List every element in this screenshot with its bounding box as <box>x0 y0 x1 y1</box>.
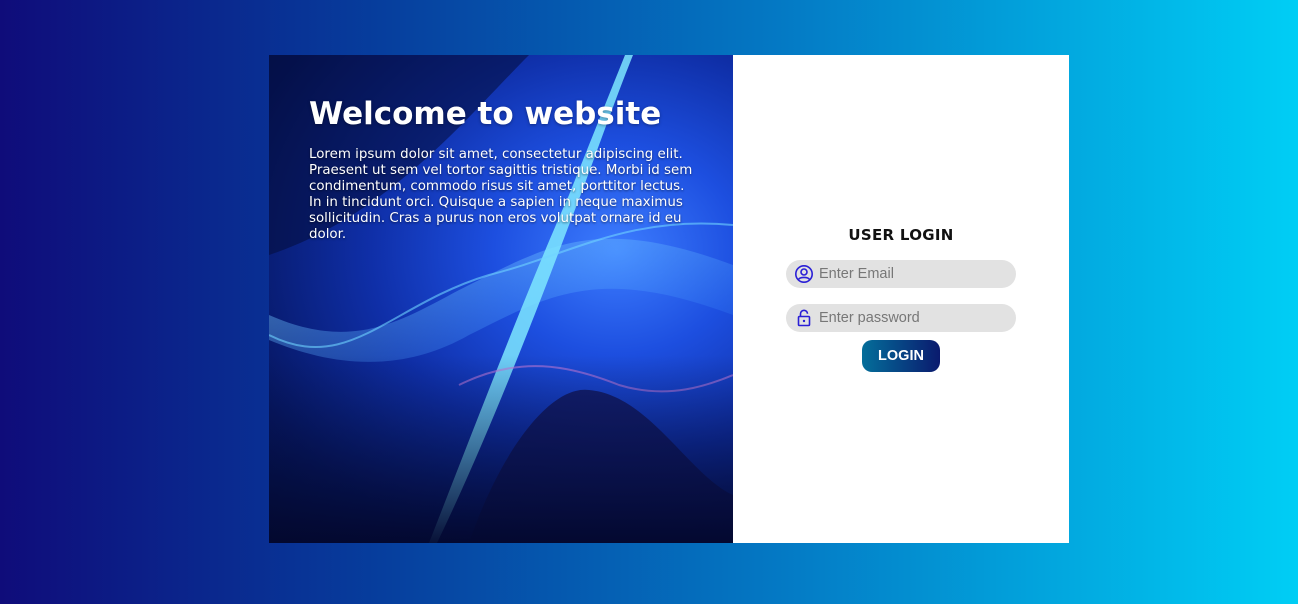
hero-description: Lorem ipsum dolor sit amet, consectetur … <box>309 147 693 242</box>
password-field <box>786 304 1016 332</box>
hero-panel: Welcome to website Lorem ipsum dolor sit… <box>269 55 733 543</box>
login-button[interactable]: LOGIN <box>862 340 940 372</box>
email-field <box>786 260 1016 288</box>
hero-text: Welcome to website Lorem ipsum dolor sit… <box>309 95 693 243</box>
login-panel: USER LOGIN LOGIN <box>733 55 1069 543</box>
lock-open-icon <box>794 308 814 328</box>
login-title: USER LOGIN <box>848 226 954 244</box>
user-circle-icon <box>794 264 814 284</box>
login-card: Welcome to website Lorem ipsum dolor sit… <box>269 55 1069 543</box>
hero-title: Welcome to website <box>309 96 662 132</box>
email-input[interactable] <box>819 260 1016 288</box>
password-input[interactable] <box>819 304 1016 332</box>
